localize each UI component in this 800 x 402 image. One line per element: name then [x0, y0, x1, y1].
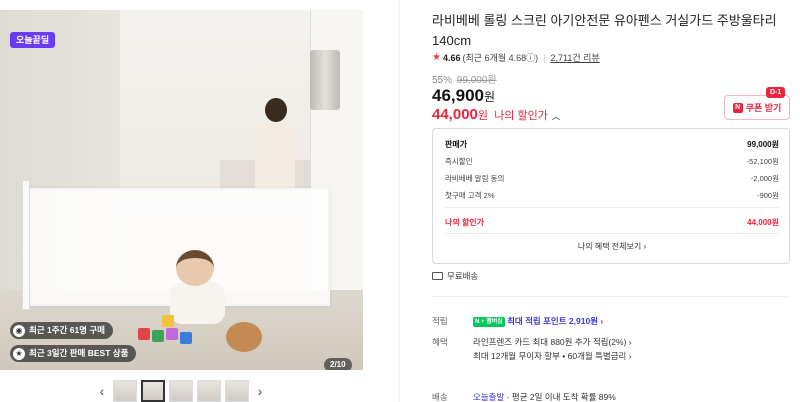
image-toy-block — [180, 332, 192, 344]
product-main-image[interactable]: 오늘끝딜 ◉ 최근 1주간 61명 구매 ★ 최근 3일간 판매 BEST 상품… — [0, 10, 363, 370]
chevron-left-icon[interactable]: ‹ — [95, 380, 109, 402]
view-all-benefits-link[interactable]: 나의 혜택 전체보기 › — [433, 241, 791, 252]
separator: | — [543, 52, 546, 63]
free-shipping-text: 무료배송 — [447, 271, 479, 281]
column-divider — [399, 0, 400, 402]
benefit-value: 44,000원 — [747, 218, 779, 227]
delivery-label: 배송 — [432, 392, 448, 402]
recent-buyers-text: 최근 1주간 61명 구매 — [29, 325, 106, 335]
thumbnail-active[interactable] — [141, 380, 165, 402]
recent-buyers-pill: ◉ 최근 1주간 61명 구매 — [10, 322, 114, 339]
thumbnail[interactable] — [197, 380, 221, 402]
divider — [445, 233, 779, 234]
original-price: 99,000원 — [456, 75, 497, 86]
thumbnail[interactable] — [225, 380, 249, 402]
image-range-hood — [310, 50, 340, 110]
star-icon: ★ — [432, 52, 441, 63]
my-price-value: 44,000 — [432, 106, 478, 123]
image-woman — [265, 98, 287, 122]
benefit-row: 라비베베 알림 동의 -2,000원 — [445, 173, 779, 184]
image-toy-block — [166, 328, 178, 340]
chevron-right-icon[interactable]: › — [253, 380, 267, 402]
benefit-value: -900원 — [757, 191, 779, 200]
rating-score: 4.66 — [442, 52, 461, 63]
naver-icon: N — [732, 102, 743, 113]
product-title: 라비베베 롤링 스크린 아기안전문 유아펜스 거실가드 주방울타리 140cm — [432, 13, 777, 48]
divider — [445, 207, 779, 208]
points-label: 적립 — [432, 316, 448, 326]
points-row[interactable]: N + 멤버십 최대 적립 포인트 2,910원 › — [473, 315, 603, 327]
image-toy-block — [138, 328, 150, 340]
best-seller-text: 최근 3일간 판매 BEST 상품 — [29, 348, 129, 358]
chevron-up-icon[interactable]: ︿ — [552, 112, 560, 121]
benefit-label: 라비베베 알림 동의 — [445, 174, 505, 183]
benefit-value: 99,000원 — [747, 140, 779, 149]
rating-detail[interactable]: (최근 6개월 4.68ⓘ) — [463, 51, 539, 64]
benefit-row: 첫구매 고객 2% -900원 — [445, 190, 779, 201]
benefit-row-total: 나의 할인가 44,000원 — [445, 217, 779, 228]
points-text: 최대 적립 포인트 2,910원 › — [507, 316, 604, 326]
benefit-row: 즉시할인 -52,100원 — [445, 156, 779, 167]
thumbnail-strip: ‹ › — [95, 380, 267, 402]
sale-price-value: 46,900 — [432, 86, 484, 105]
image-woman — [255, 122, 295, 192]
benefit-label: 첫구매 고객 2% — [445, 191, 495, 200]
benefit-label: 판매가 — [445, 140, 468, 149]
rating-summary: ★ 4.66 (최근 6개월 4.68ⓘ) | 2,711건 리뷰 — [432, 51, 600, 64]
my-price-label: 나의 할인가 — [494, 110, 548, 122]
divider — [432, 296, 790, 297]
image-teddy-bear — [226, 322, 262, 352]
today-shipping: 오늘출발 — [473, 392, 505, 402]
benefit-value: -2,000원 — [750, 174, 779, 183]
currency-unit: 원 — [477, 110, 489, 122]
best-seller-pill: ★ 최근 3일간 판매 BEST 상품 — [10, 345, 137, 362]
delivery-info: 오늘출발 · 평균 2일 이내 도착 확률 89% — [473, 391, 616, 402]
delivery-separator: · — [506, 392, 510, 402]
image-toy-block — [152, 330, 164, 342]
product-gallery: 오늘끝딜 ◉ 최근 1주간 61명 구매 ★ 최근 3일간 판매 BEST 상품… — [0, 0, 400, 402]
currency-unit: 원 — [484, 90, 496, 104]
free-shipping: 무료배송 — [432, 270, 478, 282]
delivery-text: 평균 2일 이내 도착 확률 89% — [511, 392, 616, 402]
coupon-button[interactable]: N 쿠폰 받기 — [724, 95, 790, 120]
benefit-value: -52,100원 — [746, 157, 779, 166]
sale-price: 46,900원 — [432, 86, 495, 106]
discount-line: 55% 99,000원 — [432, 71, 497, 86]
today-deal-badge: 오늘끝딜 — [10, 32, 56, 48]
image-gate-post — [22, 180, 30, 310]
benefit-row: 판매가 99,000원 — [445, 139, 779, 150]
benefit-label: 혜택 — [432, 337, 448, 347]
npay-membership-badge: N + 멤버십 — [473, 316, 505, 327]
image-baby — [170, 282, 225, 324]
thumbnail[interactable] — [169, 380, 193, 402]
image-counter: 2/10 — [324, 358, 352, 370]
coupon-deadline-badge: D-1 — [766, 87, 786, 98]
benefit-label: 즉시할인 — [445, 157, 473, 166]
trophy-icon: ★ — [13, 347, 25, 360]
image-baby — [176, 250, 214, 286]
benefit-breakdown: 판매가 99,000원 즉시할인 -52,100원 라비베베 알림 동의 -2,… — [432, 128, 790, 264]
discount-percent: 55% — [432, 75, 453, 86]
cart-icon: ◉ — [13, 324, 25, 337]
truck-icon — [432, 272, 443, 280]
my-discount-price[interactable]: 44,000원 나의 할인가 ︿ — [432, 106, 560, 123]
thumbnail[interactable] — [113, 380, 137, 402]
image-toy-block — [162, 315, 174, 327]
card-benefit-link[interactable]: 라인프렌즈 카드 최대 880원 추가 적립(2%) › — [473, 336, 632, 348]
review-count-link[interactable]: 2,711건 리뷰 — [550, 51, 599, 64]
installment-link[interactable]: 최대 12개월 무이자 할부 • 60개월 특별금리 › — [473, 350, 632, 362]
coupon-label: 쿠폰 받기 — [745, 103, 782, 113]
benefit-label: 나의 할인가 — [445, 218, 485, 227]
